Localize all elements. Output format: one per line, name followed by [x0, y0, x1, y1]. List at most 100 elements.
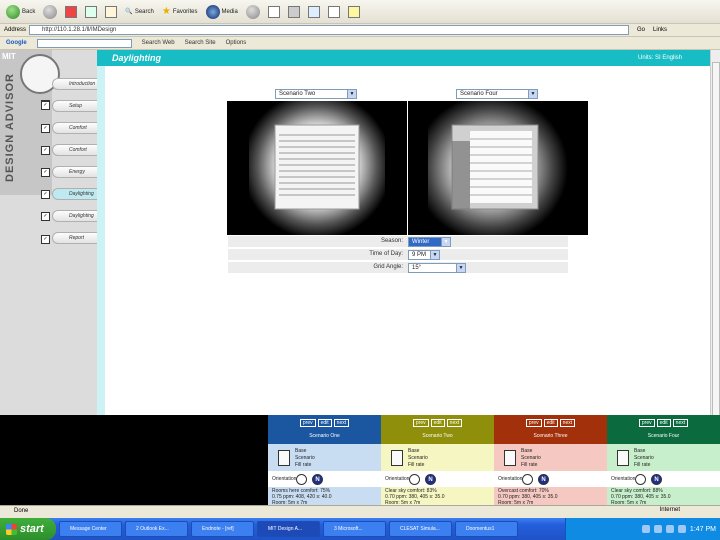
task-mit-design[interactable]: MIT Design A...: [257, 521, 320, 537]
search-button[interactable]: 🔍 Search: [123, 3, 156, 21]
start-button[interactable]: start: [0, 518, 56, 540]
panel-edit-button[interactable]: edit: [317, 419, 332, 427]
season-select[interactable]: Winter ▼: [408, 237, 451, 247]
discuss-button[interactable]: [326, 3, 342, 21]
task-endnote[interactable]: Endnote - [ref]: [191, 521, 254, 537]
tray-icon[interactable]: [665, 525, 674, 533]
task-microsoft[interactable]: 3 Microsoft...: [323, 521, 386, 537]
panel-body: Base Scenario Fill rate Orientation N Cl…: [381, 444, 494, 506]
room-render-left: [249, 101, 385, 235]
panel-prev-button[interactable]: prev: [525, 419, 542, 427]
window-icon: [617, 450, 629, 466]
taskbar: start Message Center 2 Outlook Ex... End…: [0, 518, 720, 540]
panel-prev-button[interactable]: prev: [412, 419, 429, 427]
address-input[interactable]: http://110.1.28.1/ll/IMDesign: [29, 25, 630, 35]
scenario-right-select[interactable]: Scenario Four ▼: [456, 89, 538, 99]
chevron-down-icon: ▼: [347, 90, 356, 98]
edit-button[interactable]: [306, 3, 322, 21]
nav-checkbox-report[interactable]: ✓: [41, 235, 50, 244]
north-icon: N: [425, 474, 436, 485]
home-button[interactable]: [103, 3, 119, 21]
design-advisor-title: DESIGN ADVISOR: [4, 73, 16, 183]
task-clesat[interactable]: CLESAT Simula...: [389, 521, 452, 537]
panel-line-1: Base: [521, 448, 533, 454]
panel-line-1: Base: [408, 448, 420, 454]
grid-select[interactable]: 15° ▼: [408, 263, 466, 273]
panel-next-button[interactable]: next: [446, 419, 463, 427]
panel-edit-button[interactable]: edit: [656, 419, 671, 427]
panel-body: Base Scenario Fill rate Orientation N Ov…: [494, 444, 607, 506]
nav-checkbox-comfort[interactable]: ✓: [41, 124, 50, 133]
orientation-dial-icon[interactable]: [409, 474, 420, 485]
tray-icon[interactable]: [653, 525, 662, 533]
google-options[interactable]: Options: [226, 40, 247, 46]
google-search-web[interactable]: Search Web: [142, 40, 175, 46]
refresh-button[interactable]: [83, 3, 99, 21]
status-bar: Done Internet: [0, 505, 720, 516]
links-button[interactable]: Links: [653, 27, 667, 33]
nav-checkbox-comfort-2[interactable]: ✓: [41, 146, 50, 155]
nav-checkbox-setup[interactable]: ✓: [41, 101, 50, 110]
nav-checkbox-energy[interactable]: ✓: [41, 168, 50, 177]
room-render-right: [428, 101, 568, 235]
google-search-input[interactable]: [36, 38, 132, 48]
back-button[interactable]: Back: [4, 3, 37, 21]
nav-checkbox-daylighting-2[interactable]: ✓: [41, 212, 50, 221]
nav-checkbox-daylighting[interactable]: ✓: [41, 190, 50, 199]
stop-button[interactable]: [63, 3, 79, 21]
print-button[interactable]: [286, 3, 302, 21]
nav-tab-daylighting-2[interactable]: Daylighting: [52, 210, 98, 222]
scenario-left-select[interactable]: Scenario Two ▼: [275, 89, 357, 99]
google-toolbar: Google Search Web Search Site Options: [0, 37, 720, 50]
panel-next-button[interactable]: next: [333, 419, 350, 427]
time-row: Time of Day: 9 PM ▼: [228, 249, 568, 261]
orientation-dial-icon[interactable]: [522, 474, 533, 485]
panel-orientation-label: Orientation: [272, 476, 297, 482]
orientation-dial-icon[interactable]: [635, 474, 646, 485]
panel-next-button[interactable]: next: [672, 419, 689, 427]
orientation-dial-icon[interactable]: [296, 474, 307, 485]
panel-scenario-name: Scenario One: [309, 433, 340, 439]
time-label: Time of Day:: [369, 251, 403, 257]
panel-edit-button[interactable]: edit: [430, 419, 445, 427]
page-title: Daylighting: [112, 53, 161, 63]
nav-tab-introduction[interactable]: Introduction: [52, 78, 98, 90]
chevron-down-icon: ▼: [441, 238, 450, 246]
media-button[interactable]: Media: [204, 3, 240, 21]
task-message-center[interactable]: Message Center: [59, 521, 122, 537]
panel-orientation-label: Orientation: [498, 476, 523, 482]
panel-line-3: Fill rate: [408, 462, 425, 468]
panel-line-2: Scenario: [521, 455, 541, 461]
panel-line-2: Scenario: [295, 455, 315, 461]
nav-tab-comfort[interactable]: Comfort: [52, 122, 98, 134]
panel-edit-button[interactable]: edit: [543, 419, 558, 427]
google-search-site[interactable]: Search Site: [185, 40, 216, 46]
forward-button[interactable]: [41, 3, 59, 21]
tray-icon[interactable]: [641, 525, 650, 533]
task-outlook[interactable]: 2 Outlook Ex...: [125, 521, 188, 537]
panel-line-1: Base: [295, 448, 307, 454]
google-logo: Google: [6, 40, 27, 46]
units-toggle[interactable]: Units: SI English: [638, 55, 682, 61]
mail-button[interactable]: [266, 3, 282, 21]
go-button[interactable]: Go: [637, 27, 645, 33]
panel-next-button[interactable]: next: [559, 419, 576, 427]
notes-button[interactable]: [346, 3, 362, 21]
panel-line-3: Fill rate: [295, 462, 312, 468]
nav-tab-comfort-2[interactable]: Comfort: [52, 144, 98, 156]
stop-icon: [65, 5, 78, 18]
time-select[interactable]: 9 PM ▼: [408, 250, 440, 260]
history-button[interactable]: [244, 3, 262, 21]
back-arrow-icon: [6, 4, 20, 19]
tray-icon[interactable]: [677, 525, 686, 533]
mit-logo: MIT: [2, 52, 16, 61]
nav-tab-energy[interactable]: Energy: [52, 166, 98, 178]
panel-scenario-name: Scenario Four: [647, 433, 680, 439]
task-document[interactable]: Doomentus1: [455, 521, 518, 537]
panel-prev-button[interactable]: prev: [638, 419, 655, 427]
favorites-button[interactable]: ★ Favorites: [160, 3, 200, 21]
nav-tab-setup[interactable]: Setup: [52, 100, 98, 112]
panel-prev-button[interactable]: prev: [299, 419, 316, 427]
nav-tab-report[interactable]: Report: [52, 232, 98, 244]
nav-tab-daylighting[interactable]: Daylighting: [52, 188, 98, 200]
